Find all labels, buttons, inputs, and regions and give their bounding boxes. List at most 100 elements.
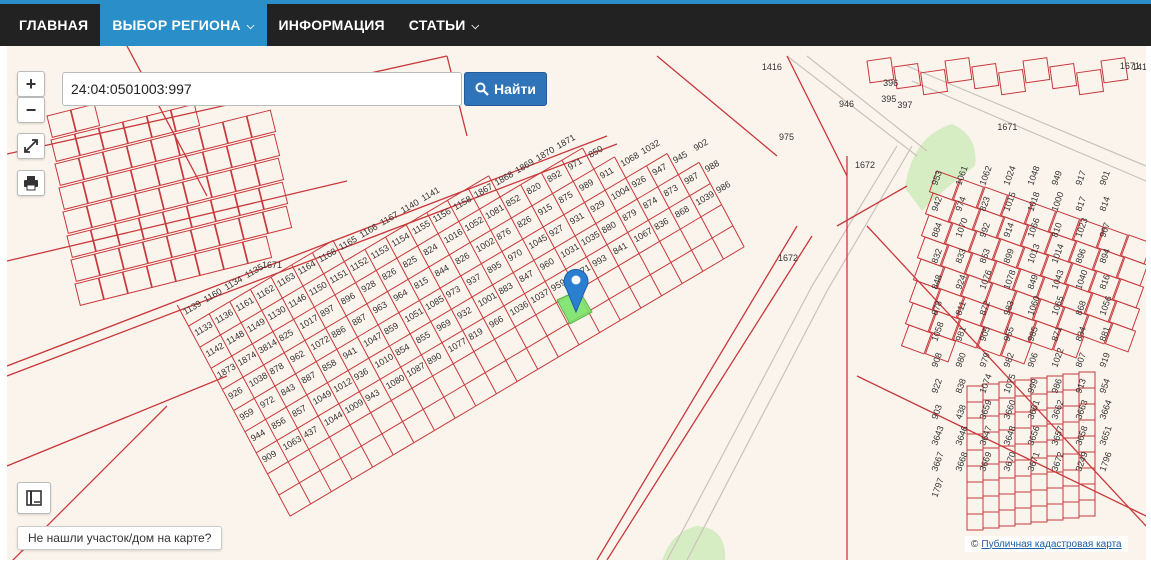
parcel-label: 397 <box>897 100 912 110</box>
parcel-label: 854 <box>393 342 411 358</box>
parcel-boundary <box>723 246 745 260</box>
parcel-cell <box>262 205 293 234</box>
parcel-cell <box>130 163 161 192</box>
parcel-label: 824 <box>421 241 439 257</box>
parcel-boundary <box>608 298 621 321</box>
parcel-cell <box>250 133 281 162</box>
parcel-cell <box>246 109 277 138</box>
parcel-boundary <box>680 216 702 230</box>
parcel-cell <box>138 211 169 240</box>
parcel-label: 1032 <box>639 138 661 157</box>
expand-icon <box>24 139 38 153</box>
parcel-cell <box>218 241 249 270</box>
green-area <box>662 526 726 560</box>
parcel-label: 928 <box>360 278 378 294</box>
nav-info-label: ИНФОРМАЦИЯ <box>278 17 385 33</box>
map-attribution: © Публичная кадастровая карта <box>965 536 1128 552</box>
parcel-label: 815 <box>412 275 430 291</box>
parcel-boundary <box>620 307 642 321</box>
parcel-boundary <box>578 332 600 346</box>
parcel-label: 852 <box>504 193 522 209</box>
search-button-label: Найти <box>494 81 536 97</box>
parcel-label: 847 <box>517 268 535 284</box>
parcel-label: 1160 <box>202 286 224 304</box>
nav-info[interactable]: ИНФОРМАЦИЯ <box>267 4 397 46</box>
parcel-label: 826 <box>380 266 398 282</box>
parcel-cell <box>226 139 257 168</box>
parcel-cell <box>1078 483 1096 501</box>
layers-button[interactable] <box>17 482 51 514</box>
cadastral-number-input[interactable]: 24:04:0501003:997 <box>62 72 462 106</box>
nav-articles[interactable]: СТАТЬИ ⌵ <box>397 4 492 46</box>
parcel-label: 871 <box>1049 325 1064 343</box>
parcel-label: 874 <box>641 195 659 211</box>
parcel-label: 901 <box>1097 169 1112 187</box>
parcel-label: 878 <box>929 299 944 317</box>
parcel-boundary <box>659 241 672 263</box>
parcel-boundary <box>340 458 353 480</box>
parcel-cell <box>982 511 1000 529</box>
parcel-label: 817 <box>1073 195 1088 213</box>
parcel-boundary <box>721 204 734 226</box>
search-button[interactable]: Найти <box>464 72 547 106</box>
parcel-cell <box>966 417 984 435</box>
parcel-cell <box>1022 57 1051 84</box>
parcel-cell <box>46 109 77 138</box>
cadastral-map[interactable]: 1671167116711416141539739639594697516721… <box>7 46 1146 560</box>
parcel-label: 836 <box>652 216 670 232</box>
parcel-cell <box>150 133 181 162</box>
parcel-boundary <box>629 286 642 309</box>
parcel-cell <box>1014 491 1032 509</box>
parcel-label: 1869 <box>513 157 535 176</box>
fullscreen-button[interactable] <box>17 133 45 159</box>
parcel-boundary <box>390 400 404 422</box>
parcel-boundary <box>267 461 289 475</box>
parcel-cell <box>1030 473 1048 491</box>
parcel-cell <box>186 199 217 228</box>
parcel-boundary <box>650 262 672 276</box>
parcel-boundary <box>516 368 538 382</box>
chevron-down-icon: ⌵ <box>471 20 480 32</box>
map-canvas[interactable]: 1671167116711416141539739639594697516721… <box>7 46 1146 560</box>
parcel-boundary <box>278 494 291 517</box>
parcel-label: 857 <box>290 403 308 419</box>
parcel-label: 1014 <box>1049 242 1065 264</box>
parcel-boundary <box>402 421 415 443</box>
parcel-boundary <box>473 338 495 352</box>
nav-home[interactable]: ГЛАВНАЯ <box>0 4 100 46</box>
parcel-cell <box>1062 469 1080 487</box>
parcel-label: 1024 <box>1001 164 1017 186</box>
not-found-button[interactable]: Не нашли участок/дом на карте? <box>17 526 223 550</box>
print-icon <box>24 176 38 191</box>
zoom-out-button[interactable]: − <box>17 97 45 123</box>
parcel-boundary <box>287 449 310 463</box>
parcel-cell <box>1030 489 1048 507</box>
parcel-boundary <box>319 470 332 492</box>
parcel-cell <box>170 103 201 132</box>
parcel-boundary <box>475 393 497 407</box>
parcel-cell <box>166 229 197 258</box>
zoom-in-button[interactable]: + <box>17 71 45 97</box>
print-button[interactable] <box>17 170 45 196</box>
parcel-label: 909 <box>260 448 278 464</box>
parcel-label: 881 <box>1097 325 1112 343</box>
attribution-link[interactable]: Публичная кадастровая карта <box>981 539 1121 550</box>
parcel-boundary <box>402 408 424 423</box>
nav-region-label: ВЫБОР РЕГИОНА <box>112 17 241 33</box>
parcel-boundary <box>558 344 580 358</box>
parcel-label: 850 <box>587 144 605 160</box>
parcel-boundary <box>370 400 392 414</box>
parcel-boundary <box>411 388 424 410</box>
parcel-boundary <box>546 335 559 358</box>
parcel-label: 975 <box>779 132 794 142</box>
parcel-label: 969 <box>435 317 453 333</box>
parcel-label: 811 <box>953 300 967 317</box>
parcel-cell <box>94 247 125 276</box>
parcel-boundary <box>299 470 321 484</box>
parcel-boundary <box>126 46 208 197</box>
nav-region-select[interactable]: ВЫБОР РЕГИОНА ⌵ <box>100 4 267 46</box>
parcel-boundary <box>702 258 724 272</box>
parcel-label: 907 <box>1097 221 1112 239</box>
parcel-cell <box>134 187 165 216</box>
parcel-boundary <box>786 55 848 177</box>
